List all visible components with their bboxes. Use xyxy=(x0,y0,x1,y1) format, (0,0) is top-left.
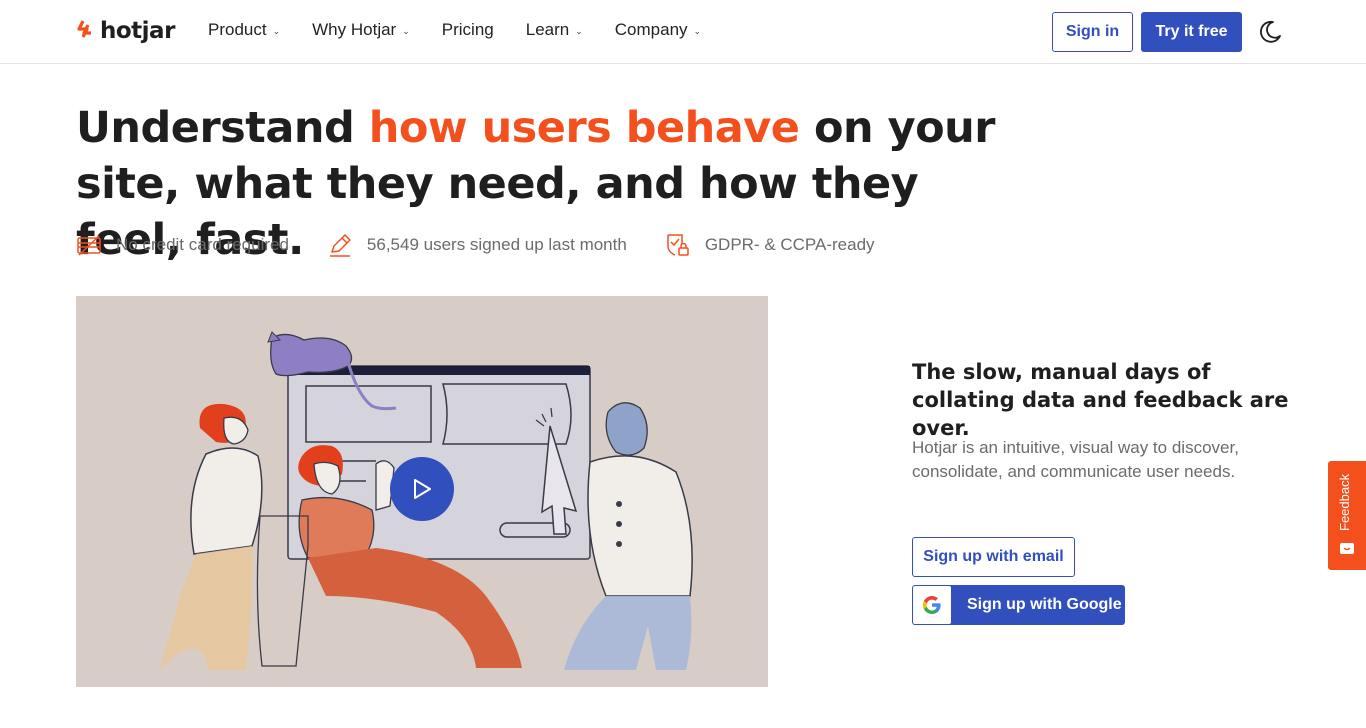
nav-item-why-hotjar[interactable]: Why Hotjar ⌄ xyxy=(312,20,410,40)
sign-in-button[interactable]: Sign in xyxy=(1052,12,1133,52)
nav-label: Why Hotjar xyxy=(312,20,397,39)
feature-signups: 56,549 users signed up last month xyxy=(327,232,627,258)
feedback-label: Feedback xyxy=(1337,473,1352,531)
hotjar-logo[interactable]: hotjar xyxy=(76,18,175,44)
feature-text: 56,549 users signed up last month xyxy=(366,235,627,254)
nav-label: Company xyxy=(614,20,688,39)
try-it-free-button[interactable]: Try it free xyxy=(1141,12,1242,52)
nav-label: Product xyxy=(208,20,267,39)
hotjar-logo-icon xyxy=(77,20,91,38)
headline-text: Understand xyxy=(76,103,369,153)
nav-item-product[interactable]: Product ⌄ xyxy=(208,20,280,40)
feature-no-credit-card: No credit card required xyxy=(76,232,289,258)
play-icon xyxy=(414,479,431,499)
google-button-label: Sign up with Google xyxy=(967,596,1122,613)
pencil-icon xyxy=(329,234,351,257)
nav-item-company[interactable]: Company ⌄ xyxy=(615,20,701,40)
chevron-down-icon: ⌄ xyxy=(272,26,281,36)
feedback-smiley-icon xyxy=(1340,543,1354,554)
section-description: Hotjar is an intuitive, visual way to di… xyxy=(912,438,1239,481)
nav-item-pricing[interactable]: Pricing xyxy=(442,20,494,40)
main-nav: Product ⌄ Why Hotjar ⌄ Pricing Learn ⌄ C… xyxy=(208,20,701,40)
nav-label: Pricing xyxy=(441,20,494,39)
chevron-down-icon: ⌄ xyxy=(402,26,410,36)
play-video-button[interactable] xyxy=(390,457,454,521)
nav-item-learn[interactable]: Learn ⌄ xyxy=(526,20,583,40)
hero-video[interactable] xyxy=(76,296,768,687)
moon-icon[interactable] xyxy=(1256,18,1284,46)
chevron-down-icon: ⌄ xyxy=(693,26,702,36)
feature-text: GDPR- & CCPA-ready xyxy=(704,235,875,254)
headline-accent: how users behave xyxy=(368,103,800,153)
feature-list: No credit card required 56,549 users sig… xyxy=(76,232,875,258)
sign-up-email-button[interactable]: Sign up with email xyxy=(912,537,1075,577)
section-title: The slow, manual days of collating data … xyxy=(912,360,1289,440)
chevron-down-icon: ⌄ xyxy=(575,26,583,36)
no-credit-card-icon xyxy=(77,235,101,256)
sign-up-google-button[interactable]: Sign up with Google xyxy=(912,585,1125,625)
feature-gdpr: GDPR- & CCPA-ready xyxy=(665,232,875,258)
feedback-tab[interactable]: Feedback xyxy=(1328,461,1366,570)
site-header: hotjar Product ⌄ Why Hotjar ⌄ Pricing Le… xyxy=(0,0,1366,64)
google-icon xyxy=(913,586,951,624)
nav-label: Learn xyxy=(525,20,570,39)
logo-text: hotjar xyxy=(100,18,175,44)
feature-text: No credit card required xyxy=(116,235,289,254)
shield-check-icon xyxy=(667,234,689,256)
